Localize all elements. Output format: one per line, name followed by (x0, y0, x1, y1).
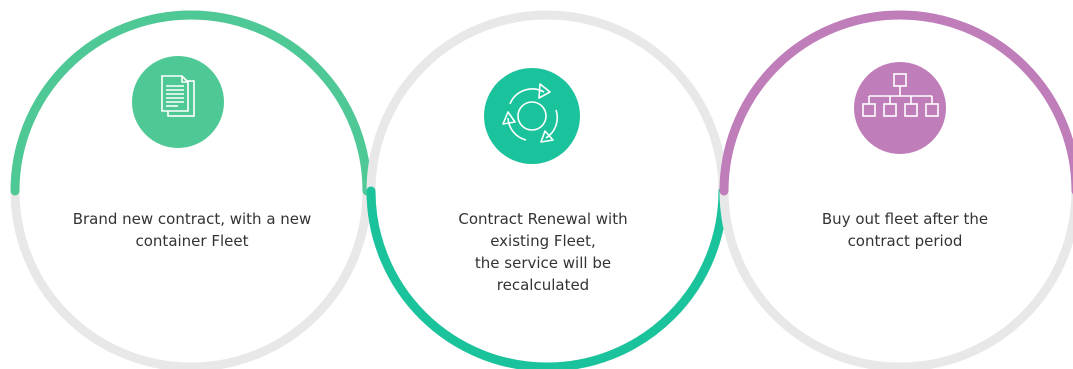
step-2-caption: Contract Renewal with existing Fleet, th… (408, 208, 678, 296)
step-2-caption-line-1: Contract Renewal with (458, 210, 628, 228)
step-2-caption-line-4: recalculated (496, 276, 590, 294)
step-1-caption-line-2: container Fleet (135, 232, 249, 250)
step-2-caption-line-2: existing Fleet, (490, 232, 596, 250)
step-1-caption-line-1: Brand new contract, with a new (72, 210, 312, 228)
step-3-caption-line-2: contract period (847, 232, 963, 250)
process-diagram (10, 10, 1073, 369)
step-1-caption: Brand new contract, with a new container… (57, 208, 327, 252)
step-1-icon-badge (132, 56, 224, 148)
step-3-caption: Buy out fleet after the contract period (770, 208, 1040, 252)
step-2-caption-line-3: the service will be (474, 254, 612, 272)
step-3-icon-badge (854, 62, 946, 154)
step-3-caption-line-1: Buy out fleet after the (821, 210, 989, 228)
step-2-ring (366, 10, 728, 369)
step-2-icon-badge (484, 68, 580, 164)
